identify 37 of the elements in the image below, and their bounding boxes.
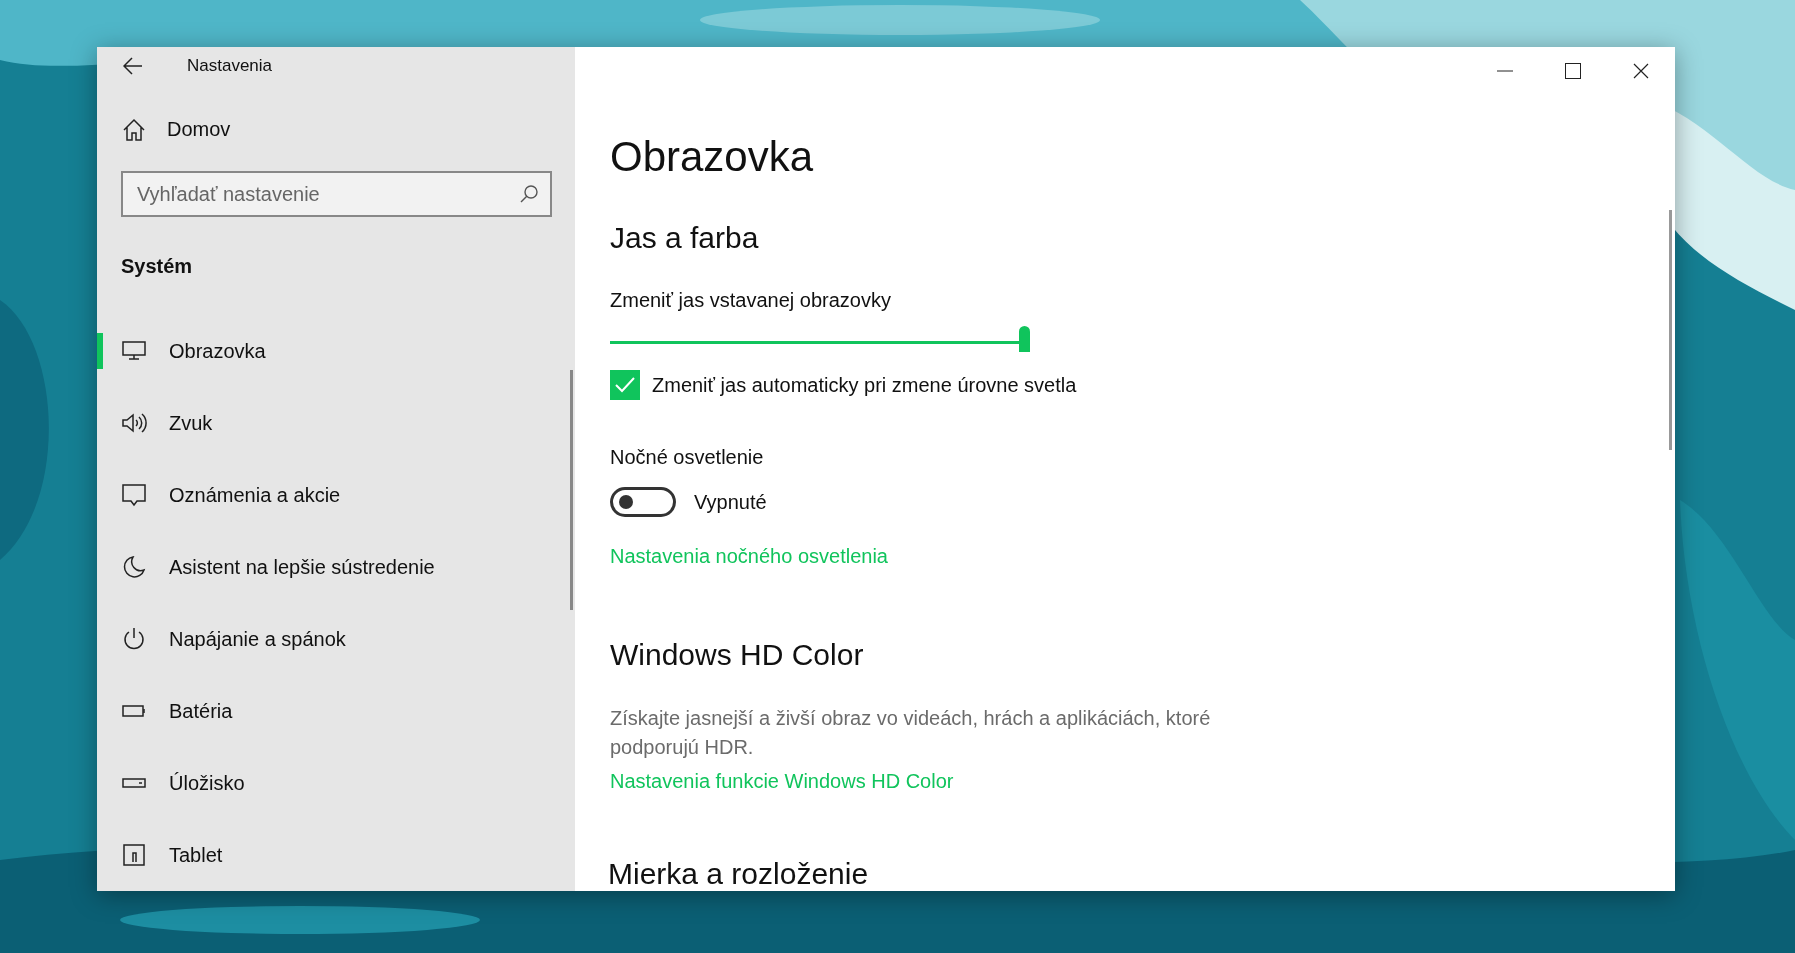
brightness-slider[interactable] — [610, 326, 1030, 352]
page-title: Obrazovka — [610, 133, 815, 181]
power-icon — [121, 626, 147, 652]
nav-item[interactable]: Tablet — [97, 819, 575, 891]
scrollbar[interactable] — [1669, 210, 1672, 450]
nav-item[interactable]: Zvuk — [97, 387, 575, 459]
back-button[interactable] — [123, 56, 143, 75]
nav-item[interactable]: Batéria — [97, 675, 575, 747]
description: Získajte jasnejší a živší obraz vo videách, hrách a aplikáciách, ktoré podporujú HDR. — [610, 706, 1212, 760]
minimize-icon — [1497, 70, 1513, 72]
section-heading: Systém — [121, 255, 193, 278]
checkbox[interactable] — [610, 370, 640, 400]
moon-icon — [121, 554, 147, 580]
section-heading: Jas a farba — [610, 221, 760, 255]
home-icon — [121, 116, 147, 143]
toggle-switch[interactable] — [610, 487, 676, 517]
nav-item[interactable]: Asistent na lepšie sústredenie — [97, 531, 575, 603]
message-icon — [121, 482, 147, 508]
nav-item[interactable]: Úložisko — [97, 747, 575, 819]
speaker-icon — [121, 410, 147, 436]
nav-item[interactable]: Napájanie a spánok — [97, 603, 575, 675]
section-heading: Mierka a rozloženie — [608, 857, 870, 891]
section-heading: Windows HD Color — [610, 638, 865, 672]
maximize-icon — [1565, 63, 1581, 79]
search-icon — [519, 184, 539, 204]
close-icon — [1633, 63, 1649, 79]
toggle-label: Nočné osvetlenie — [610, 446, 764, 468]
toggle-state: Vypnuté — [694, 490, 767, 514]
check-icon — [614, 376, 636, 394]
search-field[interactable]: Vyhľadať nastavenie — [121, 171, 552, 217]
checkbox-label: Zmeniť jas automaticky pri zmene úrovne svetla — [652, 373, 1077, 397]
home-link[interactable]: Domov — [97, 112, 239, 147]
window-title: Nastavenia — [187, 55, 273, 76]
nav-item[interactable]: Oznámenia a akcie — [97, 459, 575, 531]
tablet-icon — [121, 842, 147, 868]
scrollbar[interactable] — [570, 370, 573, 610]
slider-label: Zmeniť jas vstavanej obrazovky — [610, 289, 891, 311]
